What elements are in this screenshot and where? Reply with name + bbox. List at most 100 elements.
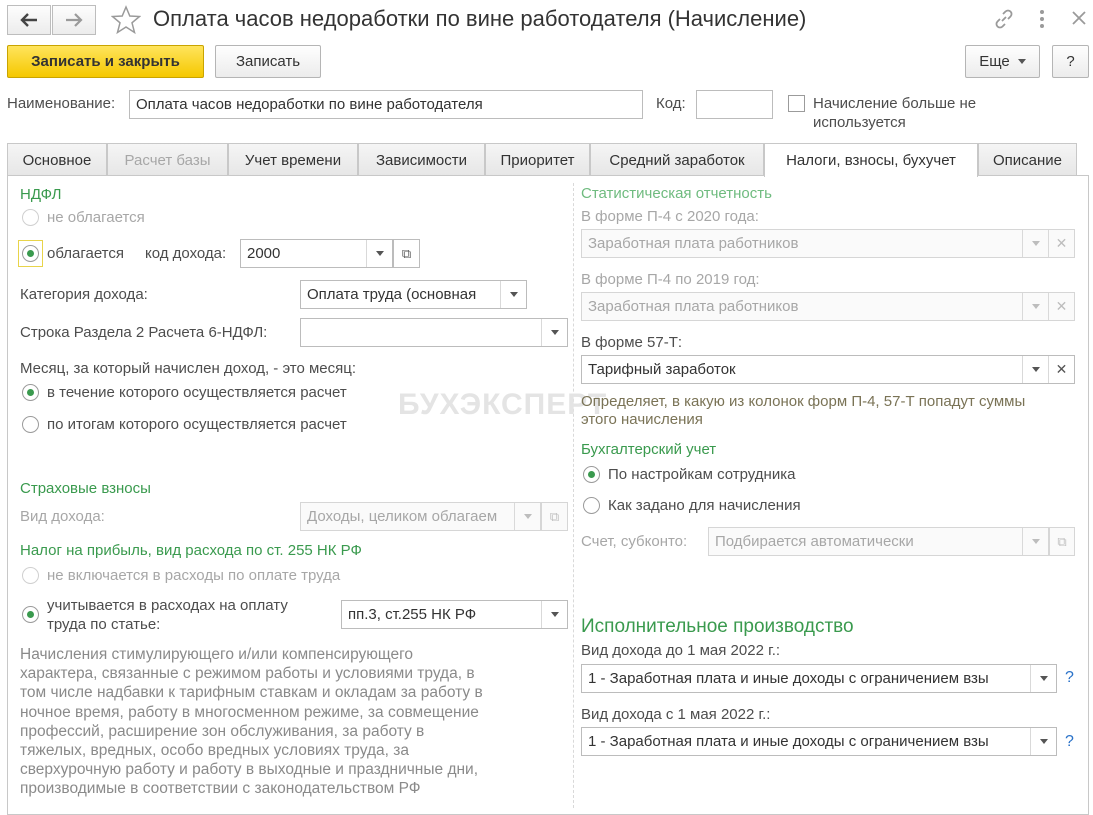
save-and-close-button[interactable]: Записать и закрыть: [7, 45, 204, 78]
back-button[interactable]: [7, 5, 51, 35]
enforcement-before-label: Вид дохода до 1 мая 2022 г.:: [581, 642, 781, 659]
insurance-heading: Страховые взносы: [20, 480, 151, 497]
code-input[interactable]: [696, 90, 773, 119]
note-line: том числе надбавки к тарифным ставкам и …: [20, 684, 483, 702]
tab-description[interactable]: Описание: [978, 143, 1077, 176]
enforcement-before-help[interactable]: ?: [1065, 669, 1074, 687]
dropdown-button[interactable]: [1022, 230, 1048, 257]
ndfl-not-taxed-radio[interactable]: [22, 209, 39, 226]
tab-base-calculation[interactable]: Расчет базы: [107, 143, 228, 176]
dropdown-button[interactable]: [366, 240, 392, 267]
f57t-label: В форме 57-Т:: [581, 334, 683, 351]
forward-button[interactable]: [52, 5, 96, 35]
link-icon[interactable]: [993, 8, 1015, 34]
not-used-label-line1: Начисление больше не: [813, 95, 977, 112]
month-option1-radio[interactable]: [22, 384, 39, 401]
note-line: производимые в соответствии с законодате…: [20, 780, 421, 798]
dropdown-button[interactable]: [1030, 665, 1056, 692]
p4-2020-value: Заработная плата работников: [588, 235, 799, 252]
note-line: Начисления стимулирующего и/или компенси…: [20, 646, 414, 663]
column-divider: [573, 183, 574, 808]
dropdown-button[interactable]: [541, 319, 567, 346]
clear-button[interactable]: ✕: [1048, 293, 1074, 320]
insurance-income-type-select[interactable]: Доходы, целиком облагаем: [300, 502, 541, 531]
chevron-down-icon: [1031, 367, 1040, 372]
chevron-down-icon: [509, 292, 518, 297]
profit-tax-article-value: пп.3, ст.255 НК РФ: [348, 606, 477, 623]
note-line: сверхурочную работу и работу в выходные …: [20, 761, 479, 779]
more-vertical-icon[interactable]: [1037, 8, 1047, 34]
income-category-select[interactable]: Оплата труда (основная: [300, 280, 527, 309]
chevron-down-icon: [375, 251, 384, 256]
month-option2-label: по итогам которого осуществляется расчет: [47, 416, 347, 433]
profit-tax-option2-label-line2: труда по статье:: [47, 616, 161, 633]
income-code-open-button[interactable]: ⧉: [393, 239, 420, 268]
enforcement-heading: Исполнительное производство: [581, 616, 854, 637]
arrow-left-icon: [20, 13, 37, 27]
chevron-down-icon: [1031, 241, 1040, 246]
help-button[interactable]: ?: [1052, 45, 1089, 78]
tab-priority[interactable]: Приоритет: [485, 143, 590, 176]
month-option2-radio[interactable]: [22, 416, 39, 433]
save-button[interactable]: Записать: [215, 45, 321, 78]
ndfl-taxed-label: облагается: [47, 245, 125, 262]
p4-2019-select[interactable]: Заработная плата работников ✕: [581, 292, 1075, 321]
enforcement-before-value: 1 - Заработная плата и иные доходы с огр…: [588, 670, 989, 687]
income-code-value: 2000: [247, 245, 281, 262]
open-form-icon: ⧉: [1057, 533, 1067, 549]
code-label: Код:: [656, 95, 686, 112]
income-category-label: Категория дохода:: [20, 286, 148, 303]
statistics-hint-line2: этого начисления: [581, 411, 703, 428]
not-used-label-line2: используется: [813, 114, 906, 131]
enforcement-after-select[interactable]: 1 - Заработная плата и иные доходы с огр…: [581, 727, 1057, 756]
dropdown-button[interactable]: [1022, 293, 1048, 320]
insurance-open-button[interactable]: ⧉: [541, 502, 568, 531]
tab-taxes-contributions-accounting[interactable]: Налоги, взносы, бухучет: [764, 143, 978, 177]
enforcement-before-select[interactable]: 1 - Заработная плата и иные доходы с огр…: [581, 664, 1057, 693]
profit-tax-option1-label: не включается в расходы по оплате труда: [47, 567, 341, 584]
dropdown-button[interactable]: [541, 601, 567, 628]
account-open-button[interactable]: ⧉: [1049, 527, 1075, 556]
name-input[interactable]: Оплата часов недоработки по вине работод…: [129, 90, 643, 119]
watermark: БУХЭКСПЕРТ: [398, 388, 608, 421]
dropdown-button[interactable]: [1022, 356, 1048, 383]
f57t-select[interactable]: Тарифный заработок ✕: [581, 355, 1075, 384]
income-code-select[interactable]: 2000: [240, 239, 393, 268]
dropdown-button[interactable]: [514, 503, 540, 530]
clear-button[interactable]: ✕: [1048, 230, 1074, 257]
clear-button[interactable]: ✕: [1048, 356, 1074, 383]
ndfl-taxed-radio[interactable]: [22, 245, 39, 262]
enforcement-after-help[interactable]: ?: [1065, 733, 1074, 751]
chevron-down-icon: [550, 612, 559, 617]
close-icon[interactable]: [1071, 10, 1087, 30]
not-used-checkbox[interactable]: [788, 95, 805, 112]
tab-time-accounting[interactable]: Учет времени: [228, 143, 358, 176]
dropdown-button[interactable]: [500, 281, 526, 308]
profit-tax-option1-radio[interactable]: [22, 567, 39, 584]
p4-2020-select[interactable]: Заработная плата работников ✕: [581, 229, 1075, 258]
favorite-star-icon[interactable]: [110, 5, 142, 39]
ndfl-heading: НДФЛ: [20, 186, 62, 203]
section2-select[interactable]: [300, 318, 568, 347]
tab-dependencies[interactable]: Зависимости: [358, 143, 485, 176]
account-label: Счет, субконто:: [581, 533, 688, 550]
more-button-label: Еще: [979, 53, 1010, 70]
tab-main[interactable]: Основное: [7, 143, 107, 176]
profit-tax-heading: Налог на прибыль, вид расхода по ст. 255…: [20, 542, 362, 559]
more-button[interactable]: Еще: [965, 45, 1040, 78]
accounting-option2-radio[interactable]: [583, 497, 600, 514]
clear-icon: ✕: [1055, 361, 1068, 377]
open-form-icon: ⧉: [401, 245, 412, 261]
ndfl-not-taxed-label: не облагается: [47, 209, 145, 226]
profit-tax-option2-radio[interactable]: [22, 606, 39, 623]
tab-average-earnings[interactable]: Средний заработок: [590, 143, 764, 176]
account-select[interactable]: Подбирается автоматически: [708, 527, 1049, 556]
dropdown-button[interactable]: [1022, 528, 1048, 555]
profit-tax-article-select[interactable]: пп.3, ст.255 НК РФ: [341, 600, 568, 629]
dropdown-button[interactable]: [1030, 728, 1056, 755]
statistics-heading: Статистическая отчетность: [581, 185, 772, 202]
open-form-icon: ⧉: [549, 508, 560, 524]
accounting-option1-radio[interactable]: [583, 466, 600, 483]
chevron-down-icon: [1039, 676, 1048, 681]
income-category-value: Оплата труда (основная: [307, 286, 477, 303]
